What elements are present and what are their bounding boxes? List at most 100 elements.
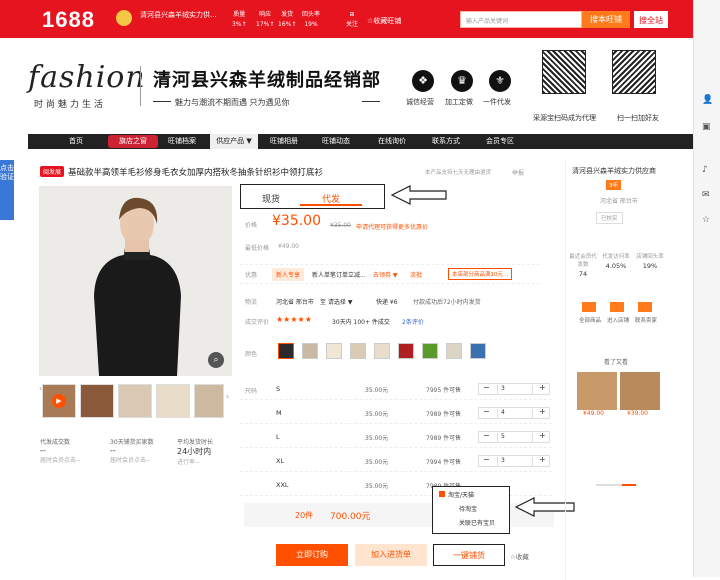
- product-thumb[interactable]: [156, 384, 190, 418]
- divider: [362, 101, 380, 102]
- site-logo[interactable]: 1688: [42, 7, 95, 33]
- shop-name[interactable]: 清河县兴森羊绒实力供...: [140, 10, 217, 20]
- verify-tab[interactable]: 点击验证: [0, 160, 14, 220]
- seen-product-image[interactable]: [620, 372, 660, 410]
- color-swatch[interactable]: [422, 343, 438, 359]
- sidebar-link[interactable]: 联系卖家: [635, 316, 657, 324]
- search-input[interactable]: 输入产品关键词: [460, 11, 582, 28]
- sold-count: 30天内 100+ 件成交: [332, 319, 390, 326]
- popup-item-link[interactable]: 关联已有宝贝: [439, 517, 503, 531]
- chat-icon[interactable]: ✉: [702, 190, 710, 200]
- minus-icon[interactable]: −: [483, 431, 490, 440]
- qr-code-friend: [612, 50, 656, 94]
- color-swatch[interactable]: [278, 343, 294, 359]
- price-label: 价格: [245, 222, 258, 229]
- flow-promo[interactable]: 本店部分商品满10元...: [448, 268, 513, 280]
- minus-icon[interactable]: −: [483, 383, 490, 392]
- color-swatch[interactable]: [326, 343, 342, 359]
- stat-return-rate: 回头率 19%: [302, 11, 321, 28]
- favorite-button[interactable]: ☆收藏: [510, 551, 529, 561]
- nav-inquiry[interactable]: 在线询价: [370, 134, 414, 149]
- color-swatch[interactable]: [302, 343, 318, 359]
- minus-icon[interactable]: −: [483, 407, 490, 416]
- sidebar-link[interactable]: 全部商品: [579, 316, 601, 324]
- play-icon[interactable]: ▶: [52, 394, 66, 408]
- quantity-input[interactable]: 4: [497, 409, 533, 418]
- crown-icon: ♛: [451, 70, 473, 92]
- nav-flagship[interactable]: 旗店之窗: [108, 135, 158, 148]
- nav-album[interactable]: 旺铺相册: [262, 134, 306, 149]
- color-swatch[interactable]: [350, 343, 366, 359]
- minus-icon[interactable]: −: [483, 455, 490, 464]
- bell-icon[interactable]: ♪: [702, 165, 708, 175]
- follow-button[interactable]: ⊞ 关注: [346, 10, 358, 30]
- thumb-next-icon[interactable]: ›: [226, 392, 229, 401]
- size-name: XXL: [276, 481, 289, 489]
- search-all-button[interactable]: 搜全站: [634, 11, 668, 28]
- plus-icon[interactable]: +: [539, 383, 546, 392]
- color-swatch[interactable]: [470, 343, 486, 359]
- sidebar-link[interactable]: 进入店铺: [607, 316, 629, 324]
- product-thumb[interactable]: ▶: [42, 384, 76, 418]
- quantity-stepper[interactable]: −4 +: [478, 407, 550, 419]
- order-now-button[interactable]: 立即订购: [276, 544, 348, 566]
- color-swatch[interactable]: [374, 343, 390, 359]
- shipping-to-select[interactable]: 至 请选择 ▼: [320, 297, 352, 306]
- search-shop-button[interactable]: 搜本旺铺: [582, 11, 630, 28]
- quantity-input[interactable]: 5: [497, 433, 533, 442]
- quantity-input[interactable]: 3: [497, 457, 533, 466]
- product-thumb[interactable]: [194, 384, 224, 418]
- favorite-shop-button[interactable]: ☆收藏旺铺: [367, 16, 401, 26]
- nav-contact[interactable]: 联系方式: [424, 134, 468, 149]
- get-coupon-link[interactable]: 去领券 ▼: [373, 270, 398, 279]
- price-original: ¥35.00: [330, 222, 351, 229]
- plus-icon[interactable]: +: [539, 407, 546, 416]
- cart-icon[interactable]: ▣: [702, 122, 711, 132]
- shop-brand-title: 清河县兴森羊绒制品经销部: [153, 70, 381, 91]
- color-swatch[interactable]: [398, 343, 414, 359]
- metric-dropship: 代发成交数 -- 届时会员点击--: [40, 439, 81, 464]
- badge-label: 一件代发: [483, 98, 511, 106]
- plus-icon[interactable]: +: [539, 455, 546, 464]
- star-icon[interactable]: ☆: [702, 215, 710, 225]
- quantity-stepper[interactable]: −3 +: [478, 455, 550, 467]
- min-price-label: 最低价格: [245, 245, 270, 252]
- user-icon[interactable]: 👤: [702, 95, 713, 105]
- size-row: L 35.00元 7989 件可售 −5 +: [240, 426, 552, 448]
- quantity-input[interactable]: 3: [497, 385, 533, 394]
- seen-product-price: ¥39.00: [627, 410, 648, 417]
- nav-members[interactable]: 会员专区: [478, 134, 522, 149]
- metric-buyers: 30天铺货买家数 -- 届时会员点击--: [110, 439, 154, 464]
- shop-enter-icon[interactable]: [610, 302, 624, 312]
- zoom-icon[interactable]: ⌕: [208, 352, 224, 368]
- nav-archive[interactable]: 旺铺档案: [160, 134, 204, 149]
- verified-badge: 已核实: [596, 212, 623, 224]
- product-main-image[interactable]: ⌕: [39, 186, 232, 376]
- nav-home[interactable]: 首页: [58, 134, 94, 149]
- one-click-list-button[interactable]: 一键铺货: [433, 544, 505, 566]
- quantity-stepper[interactable]: −5 +: [478, 431, 550, 443]
- summary-count: 20件: [295, 511, 314, 520]
- popup-item-pending[interactable]: 待淘宝: [439, 503, 503, 517]
- return-policy-note: 本产品支持七天无理由退货: [425, 170, 492, 176]
- plus-icon[interactable]: +: [539, 431, 546, 440]
- seen-product-image[interactable]: [577, 372, 617, 410]
- review-count-link[interactable]: 2条评价: [402, 317, 424, 326]
- report-link[interactable]: 举报: [512, 168, 524, 177]
- color-swatch[interactable]: [446, 343, 462, 359]
- add-to-cart-button[interactable]: 加入进货单: [355, 544, 427, 566]
- sidebar-shop-name[interactable]: 清河县兴森羊绒实力供应商: [572, 166, 667, 176]
- all-products-icon[interactable]: [582, 302, 596, 312]
- sidebar-location: 河北省 邢台市: [600, 198, 638, 205]
- product-thumb[interactable]: [118, 384, 152, 418]
- agent-price-note[interactable]: 申请代理可获得更多优惠价: [356, 222, 428, 231]
- nav-news[interactable]: 旺铺动态: [314, 134, 358, 149]
- product-thumb[interactable]: [80, 384, 114, 418]
- quantity-stepper[interactable]: −3 +: [478, 383, 550, 395]
- contact-seller-icon[interactable]: [638, 302, 652, 312]
- nav-products[interactable]: 供应产品 ▼: [210, 134, 258, 149]
- popup-item-taobao[interactable]: 淘宝/天猫: [439, 489, 503, 503]
- years-badge: 3年: [606, 180, 621, 190]
- size-name: XL: [276, 457, 285, 465]
- tab-stock[interactable]: 现货: [262, 192, 280, 205]
